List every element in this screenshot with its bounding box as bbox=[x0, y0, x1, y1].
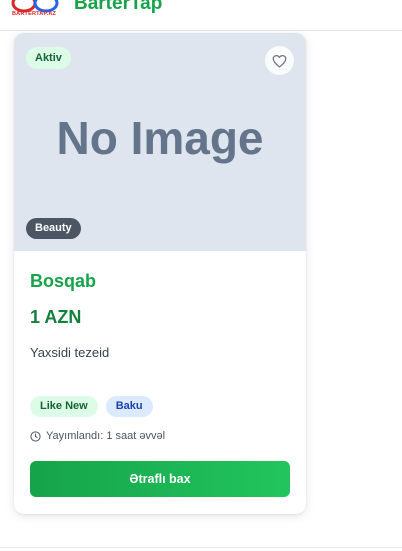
city-tag: Baku bbox=[105, 396, 153, 417]
listing-price: 1 AZN bbox=[30, 307, 82, 327]
listing-card[interactable]: No Image Aktiv Beauty Bosqab 1 AZN Yaxsi… bbox=[14, 33, 306, 514]
bottom-divider bbox=[0, 547, 402, 548]
listing-description: Yaxsidi tezeid bbox=[30, 345, 110, 360]
favorite-button[interactable] bbox=[265, 46, 294, 75]
posted-label: Yayımlandı: 1 saat əvvəl bbox=[46, 430, 166, 442]
details-button[interactable]: Ətraflı bax bbox=[30, 461, 290, 497]
listing-image[interactable]: No Image Aktiv Beauty bbox=[14, 33, 306, 251]
status-badge: Aktiv bbox=[26, 47, 71, 69]
category-badge: Beauty bbox=[26, 218, 81, 239]
tag-list: Like New Baku bbox=[30, 396, 153, 417]
top-bar: BARTERTAP.AZ BarterTap bbox=[0, 0, 402, 31]
logo-small-text: BARTERTAP.AZ bbox=[12, 11, 57, 17]
logo-text[interactable]: BarterTap bbox=[74, 0, 162, 15]
listing-title[interactable]: Bosqab bbox=[30, 271, 96, 292]
posted-time: Yayımlandı: 1 saat əvvəl bbox=[30, 430, 165, 442]
image-placeholder-text: No Image bbox=[56, 112, 264, 164]
clock-icon bbox=[30, 430, 41, 442]
heart-icon bbox=[272, 54, 287, 68]
condition-tag: Like New bbox=[30, 396, 98, 417]
